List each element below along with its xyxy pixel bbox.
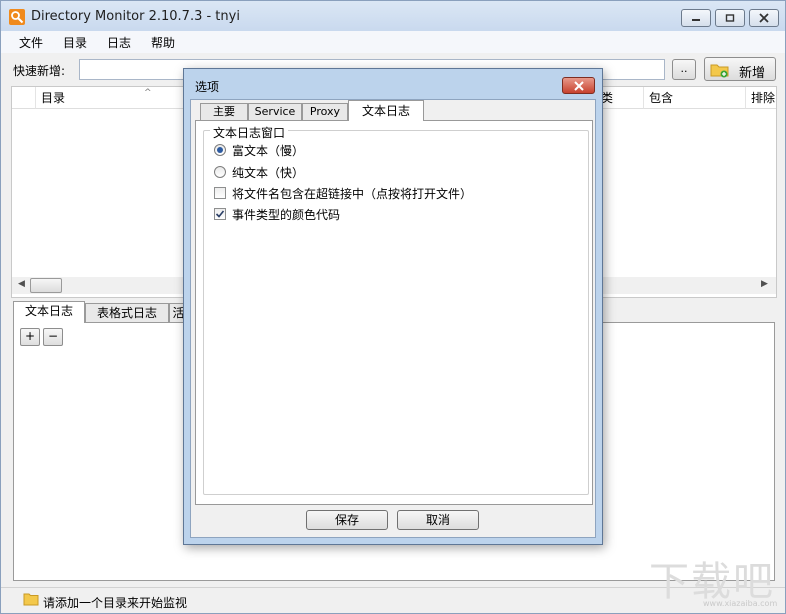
tab-general[interactable]: 主要	[200, 103, 248, 121]
tab-text-log-options[interactable]: 文本日志	[348, 100, 424, 121]
tab-proxy[interactable]: Proxy	[302, 103, 348, 121]
checkbox-filename-hyperlink[interactable]: 将文件名包含在超链接中（点按将打开文件）	[214, 185, 494, 201]
zoom-out-button[interactable]: −	[43, 328, 63, 346]
column-header-blank	[12, 87, 36, 109]
watermark: 下载吧 www.xiazaiba.com	[647, 549, 779, 609]
column-header-include-label: 包含	[649, 91, 674, 105]
sort-up-icon: ^	[144, 88, 152, 98]
column-header-directory-label: 目录	[41, 91, 66, 105]
options-dialog: 选项 主要 Service Proxy 文本日志 文本日志窗口 富文本（慢） 纯…	[183, 68, 603, 545]
maximize-button[interactable]	[715, 9, 745, 27]
dialog-title: 选项	[195, 80, 220, 94]
save-button[interactable]: 保存	[306, 510, 388, 530]
tab-text-log[interactable]: 文本日志	[13, 301, 85, 323]
column-header-exclude[interactable]: 排除	[746, 87, 776, 109]
scroll-right-icon[interactable]: ▶	[761, 279, 768, 289]
menu-help[interactable]: 帮助	[151, 34, 175, 51]
quick-add-label: 快速新增:	[13, 64, 66, 78]
close-button[interactable]	[749, 9, 779, 27]
cancel-button[interactable]: 取消	[397, 510, 479, 530]
close-icon	[574, 81, 584, 91]
checkbox-unchecked-icon[interactable]	[214, 187, 226, 199]
radio-rich-text-label: 富文本（慢）	[232, 144, 305, 158]
radio-checked-icon[interactable]	[214, 144, 226, 156]
menu-log[interactable]: 日志	[107, 34, 131, 51]
checkbox-event-color[interactable]: 事件类型的颜色代码	[214, 206, 354, 222]
text-log-window-group: 文本日志窗口 富文本（慢） 纯文本（快） 将文件名包含在超链接中（点按将打开文件…	[203, 124, 589, 495]
browse-button[interactable]: ..	[672, 59, 696, 80]
radio-plain-text-label: 纯文本（快）	[232, 166, 305, 180]
column-header-directory[interactable]: 目录 ^	[36, 87, 186, 109]
folder-icon	[23, 593, 39, 606]
add-folder-icon	[710, 64, 729, 78]
log-tab-strip: 文本日志 表格式日志 活	[13, 301, 188, 323]
minimize-button[interactable]	[681, 9, 711, 27]
column-header-exclude-label: 排除	[751, 91, 776, 105]
checkbox-event-color-label: 事件类型的颜色代码	[232, 208, 341, 222]
checkbox-checked-icon[interactable]	[214, 208, 226, 220]
scroll-left-icon[interactable]: ◀	[18, 279, 25, 289]
minimize-icon	[692, 19, 700, 21]
menu-file[interactable]: 文件	[19, 34, 43, 51]
app-search-icon	[9, 9, 25, 25]
scrollbar-thumb[interactable]	[30, 278, 62, 293]
radio-rich-text[interactable]: 富文本（慢）	[214, 142, 334, 158]
watermark-url: www.xiazaiba.com	[703, 599, 778, 608]
title-bar[interactable]: Directory Monitor 2.10.7.3 - tnyi	[1, 1, 785, 31]
maximize-icon	[725, 14, 735, 22]
add-button-label: 新增	[739, 66, 766, 81]
status-text: 请添加一个目录来开始监视	[43, 596, 188, 610]
checkbox-filename-hyperlink-label: 将文件名包含在超链接中（点按将打开文件）	[232, 187, 473, 201]
menu-directory[interactable]: 目录	[63, 34, 87, 51]
checkmark-icon	[215, 210, 225, 218]
tab-service[interactable]: Service	[248, 103, 302, 121]
radio-unchecked-icon[interactable]	[214, 166, 226, 178]
group-title: 文本日志窗口	[210, 124, 289, 141]
column-header-type[interactable]: 类	[596, 87, 644, 109]
dialog-close-button[interactable]	[562, 77, 595, 94]
tab-page: 文本日志窗口 富文本（慢） 纯文本（快） 将文件名包含在超链接中（点按将打开文件…	[195, 120, 593, 505]
menu-bar: 文件 目录 日志 帮助	[1, 31, 785, 53]
radio-plain-text[interactable]: 纯文本（快）	[214, 164, 334, 180]
add-button[interactable]: 新增	[704, 57, 776, 81]
dialog-body: 主要 Service Proxy 文本日志 文本日志窗口 富文本（慢） 纯文本（…	[190, 99, 596, 538]
window-title: Directory Monitor 2.10.7.3 - tnyi	[31, 9, 240, 24]
column-header-include[interactable]: 包含	[644, 87, 746, 109]
zoom-in-button[interactable]: +	[20, 328, 40, 346]
close-icon	[759, 13, 769, 23]
tab-table-log[interactable]: 表格式日志	[85, 303, 169, 323]
